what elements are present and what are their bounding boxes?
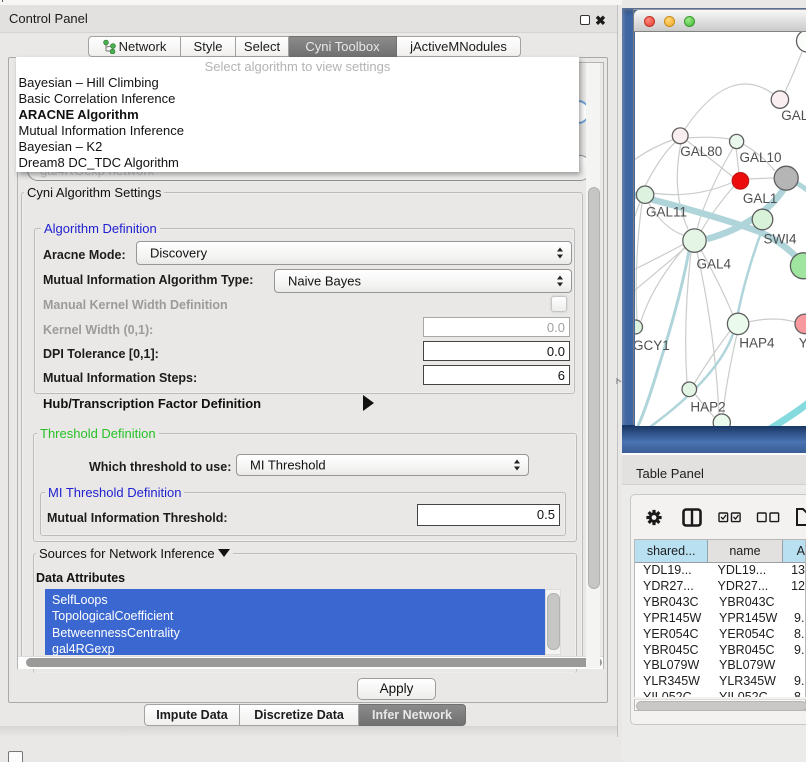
svg-text:GAL4: GAL4 — [697, 257, 732, 272]
svg-text:GAL10: GAL10 — [740, 150, 782, 165]
svg-text:GAL1: GAL1 — [743, 191, 778, 206]
svg-text:GAL11: GAL11 — [646, 205, 687, 220]
svg-text:GAL80: GAL80 — [680, 144, 722, 159]
svg-text:SWI4: SWI4 — [764, 232, 797, 247]
svg-text:HAP4: HAP4 — [739, 336, 775, 351]
svg-text:GCY1: GCY1 — [635, 338, 670, 353]
svg-text:GAL7: GAL7 — [781, 108, 806, 123]
svg-text:YBR0: YBR0 — [799, 336, 806, 351]
svg-text:HAP2: HAP2 — [690, 400, 725, 415]
